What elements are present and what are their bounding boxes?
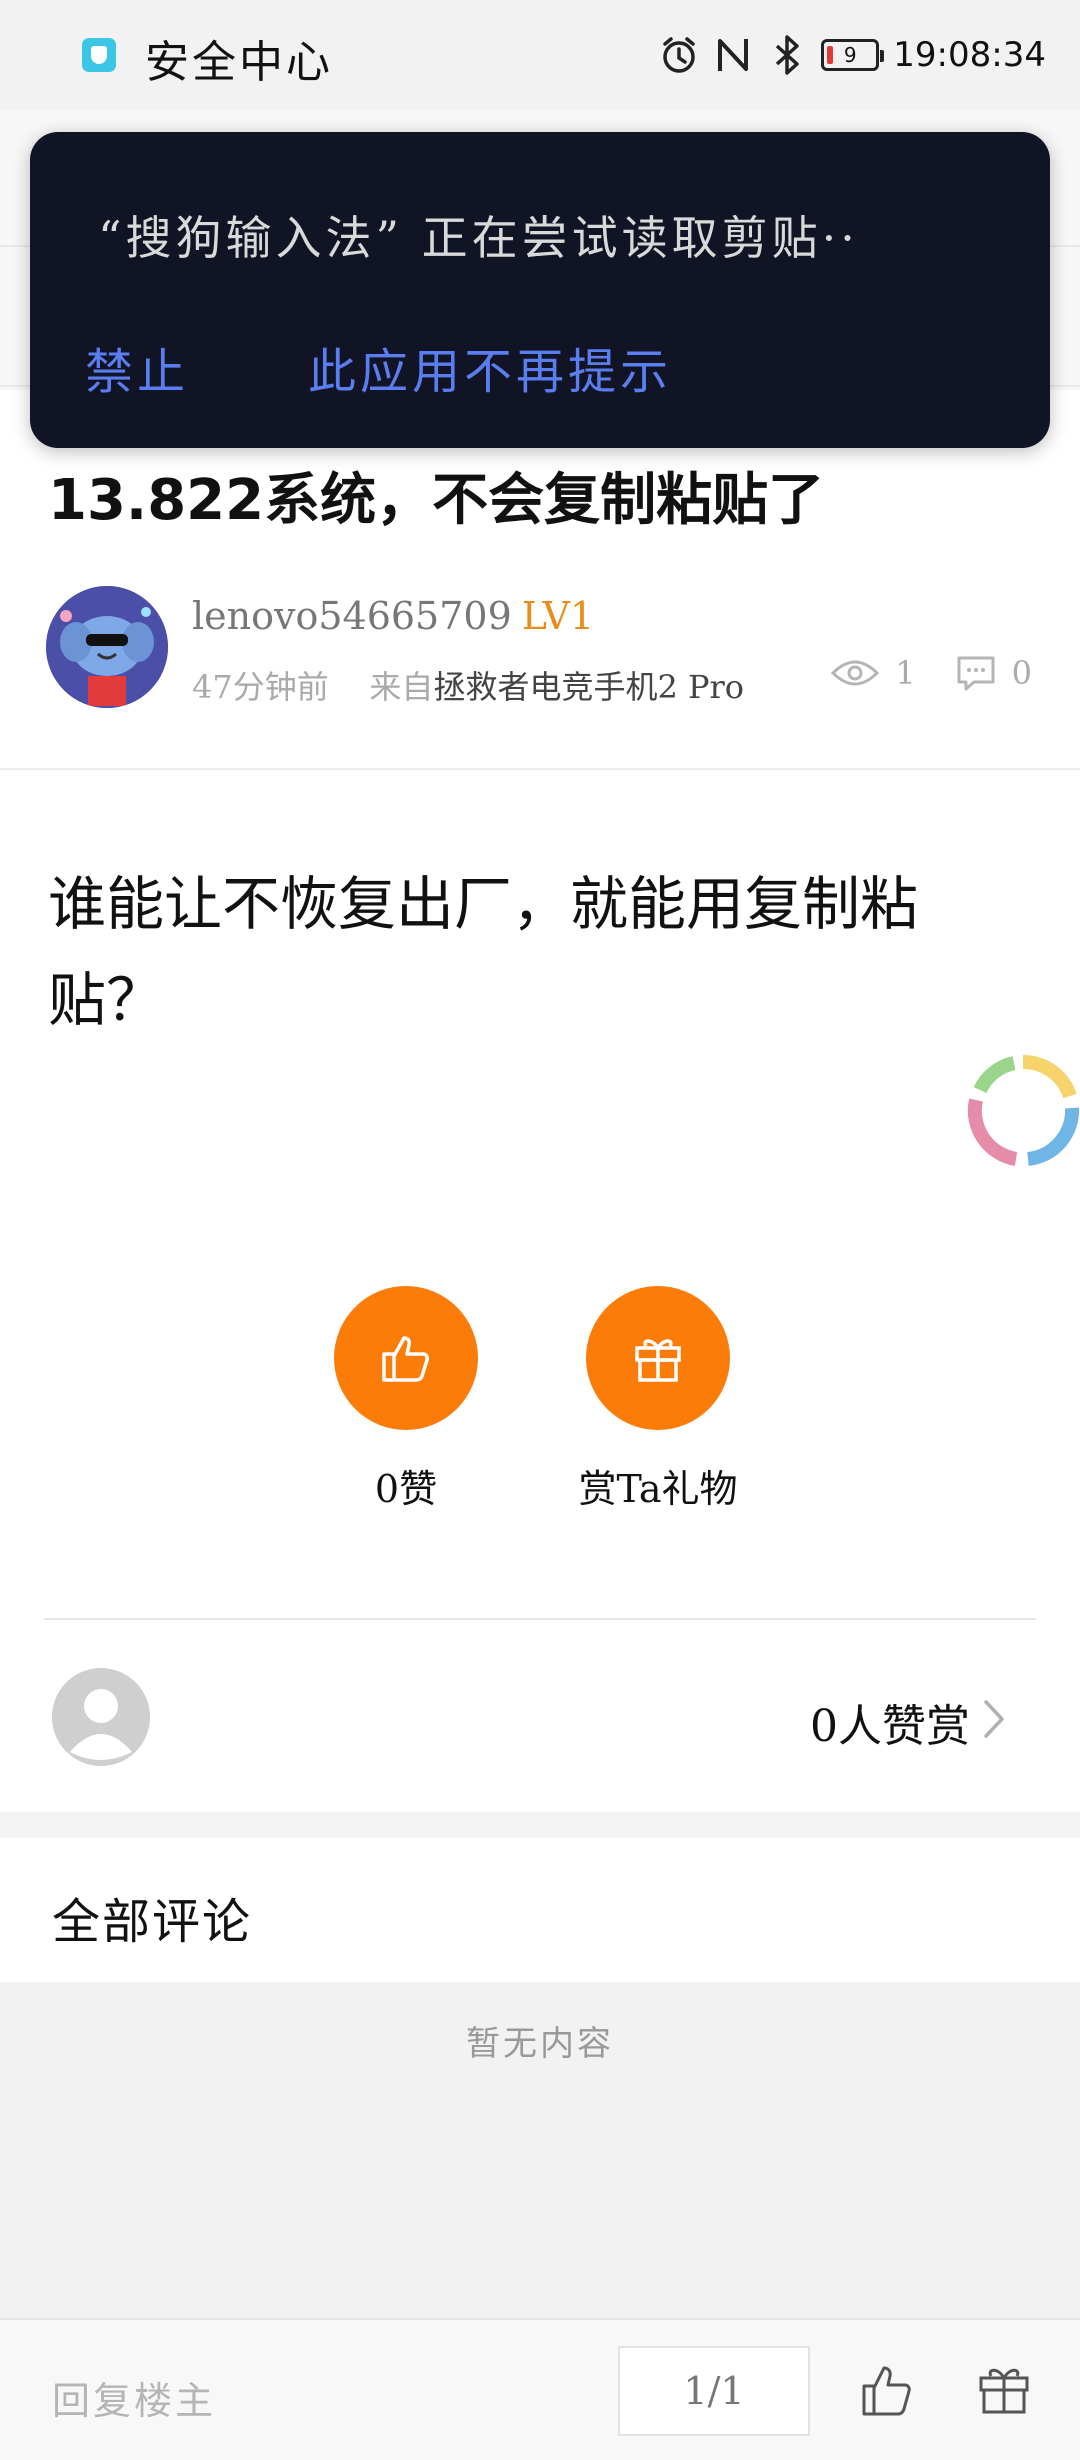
gift-icon: [635, 1339, 681, 1382]
status-time: 19:08:34: [893, 35, 1046, 75]
page-indicator[interactable]: 1/1: [618, 2346, 810, 2436]
battery-level: 9: [843, 43, 857, 67]
gift-label: 赏Ta礼物: [578, 1467, 738, 1511]
section-separator: [0, 1812, 1080, 1838]
deny-button[interactable]: 禁止: [85, 332, 189, 402]
post-from-prefix: 来自: [369, 668, 434, 706]
gift-action[interactable]: 赏Ta礼物: [578, 1286, 738, 1511]
header-body-divider: [0, 768, 1080, 770]
bottom-gift-button[interactable]: [976, 2360, 1032, 2416]
bottom-bar: 回复楼主 1/1: [0, 2318, 1080, 2460]
like-count-label: 0赞: [374, 1467, 438, 1511]
gift-button[interactable]: [586, 1286, 730, 1430]
post-title: 13.822系统，不会复制粘贴了: [48, 468, 825, 533]
clipboard-access-toast: “搜狗输入法” 正在尝试读取剪贴·· 禁止 此应用不再提示: [30, 132, 1050, 448]
toast-message: “搜狗输入法” 正在尝试读取剪贴··: [98, 211, 859, 265]
post-time: 47分钟前: [192, 668, 329, 706]
actions-divider: [44, 1618, 1036, 1620]
views-stat: 1: [831, 654, 916, 692]
chevron-right-icon[interactable]: [974, 1694, 1014, 1744]
like-button[interactable]: [334, 1286, 478, 1430]
post-meta: 47分钟前 来自拯救者电竞手机2 Pro: [192, 662, 744, 708]
alarm-icon: [659, 35, 699, 75]
comments-stat: 0: [956, 654, 1032, 692]
comments-section-title: 全部评论: [52, 1894, 253, 1950]
thumbs-up-icon: [382, 1336, 429, 1382]
nfc-icon: [713, 35, 753, 75]
comments-empty-text: 暂无内容: [466, 2024, 614, 2064]
status-bar: 安全中心 9 19:08:34: [0, 0, 1080, 110]
eye-icon: [831, 660, 880, 686]
loading-spinner-icon: [958, 1046, 1080, 1176]
author-level-badge: LV1: [521, 594, 595, 638]
gift-icon: [979, 2368, 1029, 2414]
reward-count[interactable]: 0人赞赏: [810, 1690, 970, 1754]
comments-count: 0: [1011, 654, 1032, 692]
bottom-like-button[interactable]: [860, 2362, 916, 2418]
status-icons: 9 19:08:34: [659, 30, 1046, 80]
security-center-icon: [82, 38, 116, 72]
author-name-text: lenovo54665709: [192, 594, 512, 638]
status-app-name: 安全中心: [145, 37, 333, 88]
comment-icon: [957, 656, 995, 691]
post-body: 谁能让不恢复出厂，就能用复制粘贴？: [48, 870, 919, 1034]
bluetooth-icon: [767, 35, 807, 75]
post-stats: 1 0: [831, 654, 1032, 692]
views-count: 1: [895, 654, 916, 692]
reply-input[interactable]: 回复楼主: [52, 2370, 216, 2425]
battery-icon: 9: [821, 39, 885, 71]
post-device: 拯救者电竞手机2 Pro: [433, 668, 745, 706]
author-name[interactable]: lenovo54665709 LV1: [192, 594, 594, 638]
reward-avatar-placeholder: [52, 1668, 150, 1766]
dont-remind-button[interactable]: 此应用不再提示: [308, 332, 672, 402]
thumbs-up-icon: [862, 2366, 911, 2416]
like-action[interactable]: 0赞: [334, 1286, 478, 1511]
author-avatar[interactable]: [46, 586, 168, 708]
page-indicator-text: 1/1: [683, 2369, 745, 2413]
